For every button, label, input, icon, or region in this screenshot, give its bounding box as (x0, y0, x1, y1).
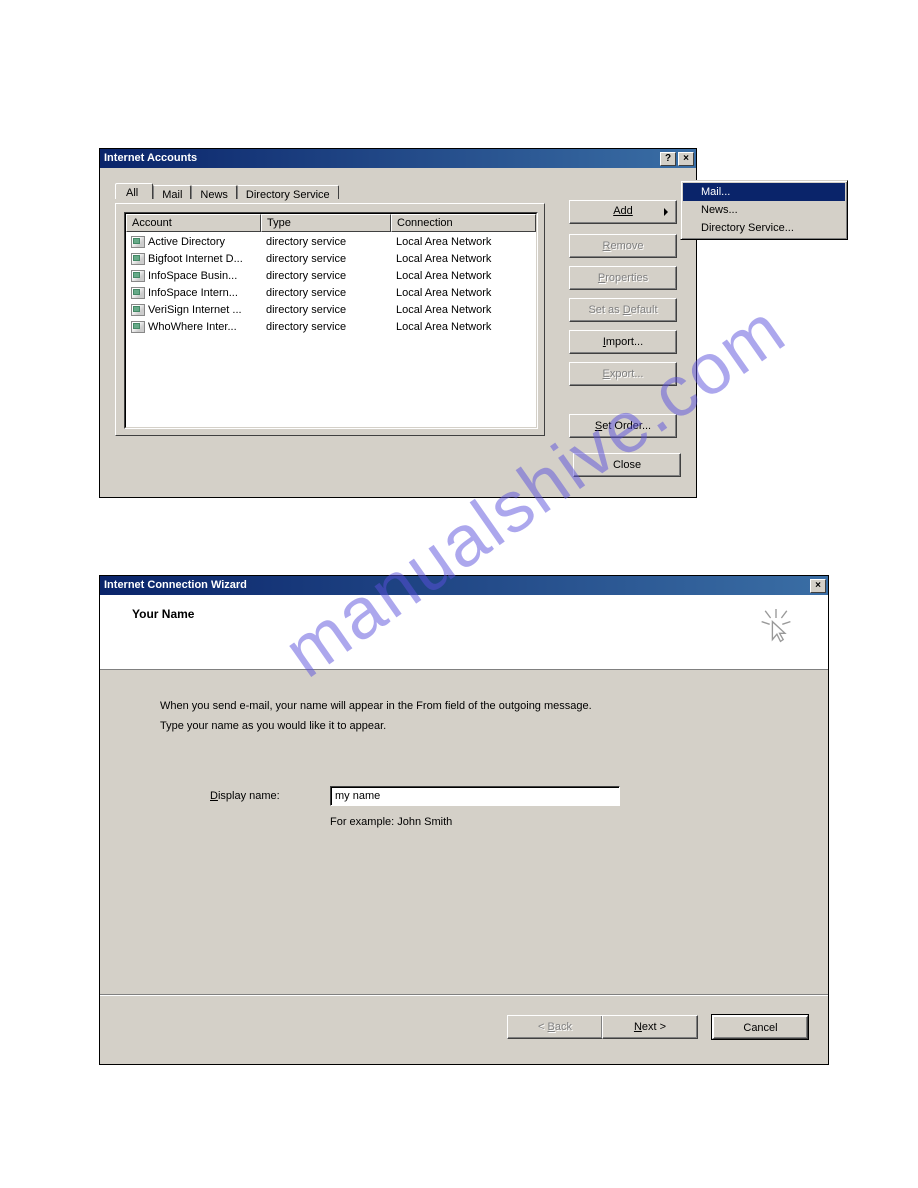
next-button[interactable]: Next > (602, 1015, 698, 1039)
set-order-button[interactable]: Set Order... (569, 414, 677, 438)
wizard-body: When you send e-mail, your name will app… (100, 670, 828, 995)
wizard-title: Internet Connection Wizard (104, 576, 247, 595)
display-name-label: Display name: (210, 790, 330, 802)
accounts-listview[interactable]: Account Type Connection Active Directory… (124, 212, 538, 429)
directory-service-icon (131, 236, 145, 248)
wizard-subtitle: Your Name (122, 607, 194, 621)
col-type[interactable]: Type (261, 214, 391, 232)
flyout-item-news[interactable]: News... (683, 201, 845, 219)
help-button[interactable]: ? (660, 152, 676, 166)
remove-button[interactable]: Remove (569, 234, 677, 258)
table-row[interactable]: InfoSpace Busin...directory serviceLocal… (126, 267, 536, 284)
chevron-right-icon (664, 208, 668, 216)
table-row[interactable]: Bigfoot Internet D...directory serviceLo… (126, 250, 536, 267)
table-row[interactable]: VeriSign Internet ...directory serviceLo… (126, 301, 536, 318)
listview-header: Account Type Connection (126, 214, 536, 232)
set-default-button[interactable]: Set as Default (569, 298, 677, 322)
close-icon[interactable]: × (810, 579, 826, 593)
dialog-title: Internet Accounts (104, 149, 197, 168)
properties-button[interactable]: Properties (569, 266, 677, 290)
directory-service-icon (131, 253, 145, 265)
table-row[interactable]: InfoSpace Intern...directory serviceLoca… (126, 284, 536, 301)
wizard-titlebar[interactable]: Internet Connection Wizard × (100, 576, 828, 595)
connection-wizard-dialog: Internet Connection Wizard × Your Name W… (99, 575, 829, 1065)
close-button[interactable]: Close (573, 453, 681, 477)
tab-directory-service[interactable]: Directory Service (237, 185, 339, 199)
flyout-item-directory-service[interactable]: Directory Service... (683, 219, 845, 237)
directory-service-icon (131, 287, 145, 299)
tab-panel: Account Type Connection Active Directory… (115, 203, 545, 436)
add-button-label: Add (613, 205, 633, 217)
listview-rows: Active Directorydirectory serviceLocal A… (126, 232, 536, 336)
close-icon[interactable]: × (678, 152, 694, 166)
titlebar[interactable]: Internet Accounts ? × (100, 149, 696, 168)
tab-bar: All Mail News Directory Service (115, 183, 339, 199)
add-button[interactable]: Add (569, 200, 677, 224)
internet-accounts-dialog: Internet Accounts ? × All Mail News Dire… (99, 148, 697, 498)
wizard-instruction-1: When you send e-mail, your name will app… (160, 698, 788, 714)
display-name-row: Display name: (210, 786, 788, 806)
display-name-input[interactable] (330, 786, 620, 806)
add-flyout-menu[interactable]: Mail... News... Directory Service... (680, 180, 848, 240)
directory-service-icon (131, 304, 145, 316)
col-connection[interactable]: Connection (391, 214, 536, 232)
table-row[interactable]: Active Directorydirectory serviceLocal A… (126, 233, 536, 250)
wizard-footer: < Back Next > Cancel (100, 995, 828, 1057)
tab-mail[interactable]: Mail (153, 185, 191, 199)
button-column: Add Remove Properties Set as Default Imp… (569, 200, 681, 446)
export-button[interactable]: Export... (569, 362, 677, 386)
example-text: For example: John Smith (330, 816, 788, 828)
directory-service-icon (131, 270, 145, 282)
close-button-row: Close (573, 453, 681, 485)
tab-all[interactable]: All (115, 183, 153, 199)
directory-service-icon (131, 321, 145, 333)
col-account[interactable]: Account (126, 214, 261, 232)
import-button[interactable]: Import... (569, 330, 677, 354)
cancel-button[interactable]: Cancel (712, 1015, 808, 1039)
cursor-click-icon (758, 607, 798, 647)
flyout-item-mail[interactable]: Mail... (683, 183, 845, 201)
table-row[interactable]: WhoWhere Inter...directory serviceLocal … (126, 318, 536, 335)
wizard-header: Your Name (100, 595, 828, 670)
wizard-instruction-2: Type your name as you would like it to a… (160, 718, 788, 734)
dialog-body: All Mail News Directory Service Account … (100, 168, 696, 497)
back-button[interactable]: < Back (507, 1015, 603, 1039)
tab-news[interactable]: News (191, 185, 237, 199)
